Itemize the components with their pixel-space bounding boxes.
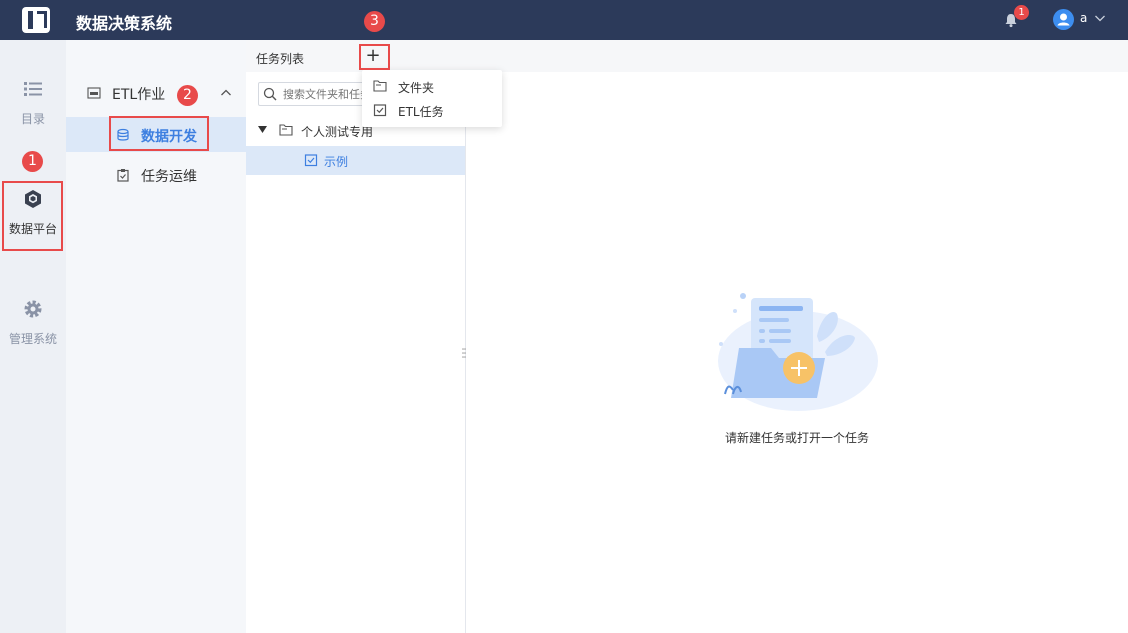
caret-down-icon[interactable] <box>258 126 267 134</box>
callout-3: 3 <box>364 11 385 32</box>
highlight-box-data-platform <box>2 181 63 251</box>
search-input[interactable] <box>283 86 367 102</box>
search-box[interactable] <box>258 82 368 106</box>
rail-item-admin[interactable]: 管理系统 <box>0 298 66 347</box>
empty-state-illustration <box>718 293 878 411</box>
task-list-header: 任务列表 + <box>246 40 466 72</box>
main-area: 请新建任务或打开一个任务 <box>466 40 1128 633</box>
folder-icon <box>373 80 387 92</box>
nav-group-etl[interactable]: ETL作业 <box>66 78 246 108</box>
gear-icon <box>24 300 42 318</box>
user-name[interactable]: a <box>1080 11 1087 25</box>
menu-item-folder[interactable]: 文件夹 <box>362 74 502 98</box>
empty-state-message: 请新建任务或打开一个任务 <box>724 431 869 445</box>
task-check-icon <box>304 154 318 167</box>
add-dropdown-menu: 文件夹 ETL任务 <box>362 70 502 127</box>
list-icon <box>24 82 42 96</box>
tab-strip <box>466 40 1128 72</box>
tree-task-row[interactable]: 示例 <box>246 146 465 175</box>
app-logo[interactable] <box>22 7 50 33</box>
nav-item-task-ops[interactable]: 任务运维 <box>66 157 246 192</box>
chevron-up-icon[interactable] <box>220 87 232 99</box>
notification-badge: 1 <box>1014 5 1029 20</box>
menu-item-label: 文件夹 <box>398 81 435 95</box>
app-title: 数据决策系统 <box>76 14 173 33</box>
menu-item-label: ETL任务 <box>398 105 444 119</box>
etl-icon <box>87 87 101 99</box>
task-list-panel: 任务列表 + 个人测试专用 示例 <box>246 40 466 633</box>
folder-icon <box>279 124 293 136</box>
clipboard-icon <box>117 169 129 182</box>
tree-item-label: 示例 <box>324 155 349 169</box>
nav-group-label: ETL作业 <box>112 87 166 103</box>
task-check-icon <box>373 104 387 117</box>
highlight-box-data-dev <box>109 116 209 151</box>
user-avatar[interactable] <box>1053 9 1074 30</box>
rail-item-catalog[interactable]: 目录 <box>0 78 66 127</box>
left-rail: 目录 数据平台 管理系统 <box>0 40 66 633</box>
search-icon <box>263 87 277 101</box>
callout-2: 2 <box>177 85 198 106</box>
task-list-title: 任务列表 <box>256 52 305 66</box>
highlight-box-add <box>359 44 390 70</box>
user-icon <box>1057 13 1070 26</box>
callout-1: 1 <box>22 151 43 172</box>
nav-item-label: 任务运维 <box>141 169 197 185</box>
top-bar: 数据决策系统 1 a <box>0 0 1128 40</box>
rail-item-label: 管理系统 <box>8 332 57 346</box>
chevron-down-icon[interactable] <box>1094 12 1106 24</box>
rail-item-label: 目录 <box>20 112 45 126</box>
menu-item-etl-task[interactable]: ETL任务 <box>362 98 502 122</box>
